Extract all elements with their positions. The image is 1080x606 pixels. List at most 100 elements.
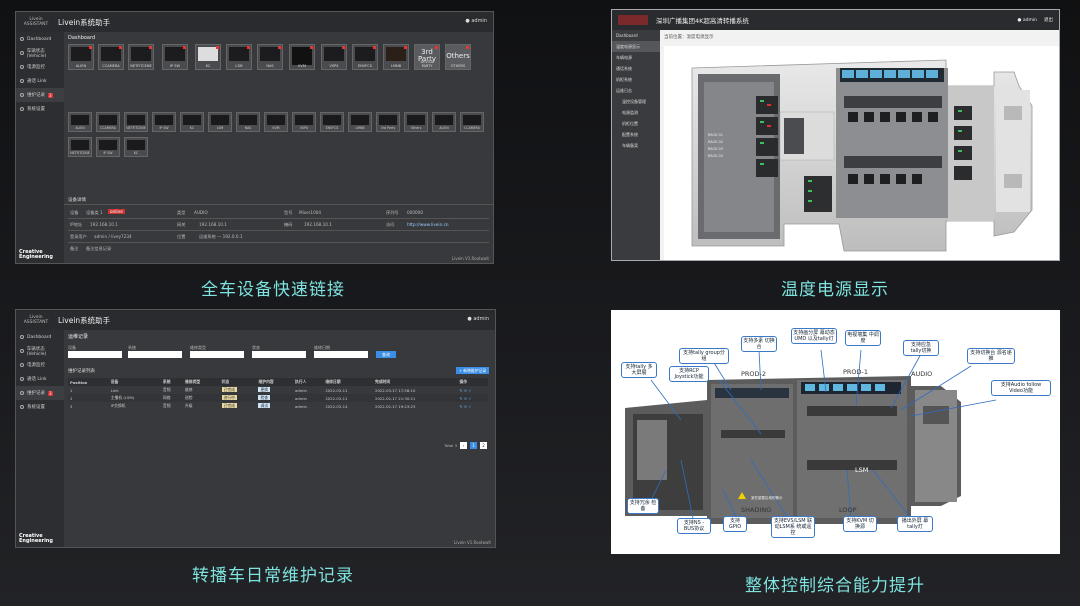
user-menu[interactable]: ● admin (1018, 18, 1037, 23)
device-tile[interactable]: ALIEN (68, 44, 94, 70)
callout: 支持冗余 检备 (627, 498, 659, 514)
third-party-tile[interactable]: 3rd Party DEVICE PARTY (414, 44, 440, 70)
link-icon (20, 79, 24, 83)
sidebar-item-link[interactable]: 通话 Link (16, 372, 64, 386)
filter-system-select[interactable] (128, 351, 182, 358)
sidebar-item-settings[interactable]: 系统设置 (16, 400, 64, 414)
sidebar-item-active[interactable]: 温度电源显示 (612, 41, 660, 52)
device-sub-tile[interactable]: KVM (264, 112, 288, 132)
device-sub-tile[interactable]: ALIEN (68, 112, 92, 132)
vehicle-icon (20, 51, 24, 55)
location: 运维系统 — 192.0.0.1 (199, 234, 243, 239)
device-tile[interactable]: LMNB (383, 44, 409, 70)
app-header: 深圳广播集团4K超高清转播系统 ● admin 退出 (612, 10, 1059, 30)
table-row[interactable]: 3 IP交换机 音频 升级 已完成 调试 admin 2022-03-14 2022-02-17… (68, 402, 488, 410)
device-sub-tile[interactable]: IP SW (96, 137, 120, 157)
table-row[interactable]: 2 主播机 (LSM) 网络 巡检 进行中 检查 admin 2022-03-11 2022-0… (68, 394, 488, 402)
maintenance-badge: 3 (48, 390, 53, 396)
page-button[interactable]: 2 (480, 442, 487, 449)
device-tile[interactable]: VSPX (321, 44, 347, 70)
app-title: 深圳广播集团4K超高清转播系统 (656, 17, 749, 25)
sidebar-item[interactable]: 机柜系统 (612, 74, 660, 85)
sidebar-subitem[interactable]: 温控设备管理 (612, 96, 660, 107)
device-sub-tile[interactable]: NETFITCENE (68, 137, 92, 157)
device-sub-tile[interactable]: KC (124, 137, 148, 157)
search-button[interactable]: 查询 (376, 351, 396, 358)
detail-label: 型号 (284, 210, 293, 215)
device-sub-label: KC (133, 151, 139, 155)
detail-label: 设备 (70, 210, 79, 215)
device-sub-label: KC (189, 126, 195, 130)
device-tile[interactable]: NAS (257, 44, 283, 70)
footer-version: Livein V1.Rootwalt (453, 540, 491, 545)
device-sub-tile[interactable]: CCAMERA (96, 112, 120, 132)
sidebar-subitem[interactable]: 机柜位置 (612, 118, 660, 129)
sidebar-item-dashboard[interactable]: Dashboard (16, 330, 64, 344)
sidebar-item[interactable]: 车辆电源 (612, 52, 660, 63)
device-sub-label: CCAMERA (464, 126, 480, 130)
rack-labels: RACK 01 RACK 02 RACK 03 RACK 04 (708, 133, 723, 158)
device-tile[interactable]: NETFITCENE (128, 44, 154, 70)
sidebar-subitem[interactable]: 配置系统 (612, 129, 660, 140)
sidebar-subitem[interactable]: 车辆备案 (612, 140, 660, 151)
user-menu[interactable]: ● admin (465, 18, 487, 24)
device-sub-tile[interactable]: 3rd Party (376, 112, 400, 132)
sidebar-item-dashboard[interactable]: Dashboard (16, 32, 64, 46)
others-tile[interactable]: Others OTHERS (445, 44, 471, 70)
device-sub-tile[interactable]: CCAMERA (460, 112, 484, 132)
access-link[interactable]: http://www.livein.cn (407, 222, 449, 227)
device-tile[interactable]: KC (195, 44, 221, 70)
sidebar-item[interactable]: 通话系统 (612, 63, 660, 74)
device-sub-label: NETFITCENE (126, 126, 146, 130)
device-tile[interactable]: CCAMERA (98, 44, 124, 70)
device-tile[interactable]: KVM (289, 44, 315, 70)
device-sub-tile[interactable]: ALIEN (432, 112, 456, 132)
device-sub-tile[interactable]: LSM (208, 112, 232, 132)
footer-version: Livein V1.Rootwalt (451, 256, 489, 261)
add-record-button[interactable]: + 新增维护记录 (455, 367, 489, 374)
device-tile[interactable]: LSM (226, 44, 252, 70)
device-sub-tile[interactable]: KC (180, 112, 204, 132)
device-sub-tile[interactable]: ENVFCS (320, 112, 344, 132)
device-sub-tile[interactable]: LMNB (348, 112, 372, 132)
page-prev-button[interactable]: ‹ (460, 442, 467, 449)
sidebar-item-maintenance[interactable]: 维护记录 3 (16, 386, 64, 400)
sidebar-item-vehicle[interactable]: 车辆状态 (Vehicle) (16, 46, 64, 60)
page-button[interactable]: 1 (470, 442, 477, 449)
user-menu[interactable]: ● admin (467, 316, 489, 322)
table-row[interactable]: 1 Link 音频 维修 已完成 更换 admin 2022-03-11 2022-03-17 … (68, 386, 488, 394)
filter-type-select[interactable] (190, 351, 244, 358)
device-sub-tile[interactable]: Others (404, 112, 428, 132)
sidebar-subitem[interactable]: 电源监测 (612, 107, 660, 118)
sidebar-item-maintenance[interactable]: 维护记录 3 (16, 88, 64, 102)
sidebar-item[interactable]: 运维日志 (612, 85, 660, 96)
device-sub-tile[interactable]: NAS (236, 112, 260, 132)
sidebar-item-power[interactable]: 电源监控 (16, 358, 64, 372)
filter-device-input[interactable] (68, 351, 122, 358)
callout: 支持tally group分组 (679, 348, 729, 364)
device-sub-tile[interactable]: NETFITCENE (124, 112, 148, 132)
device-tile[interactable]: IP SW (162, 44, 188, 70)
detail-label: 网关 (177, 222, 186, 227)
sidebar-item-power[interactable]: 电源监控 (16, 60, 64, 74)
device-tile[interactable]: ENVFCS (352, 44, 378, 70)
sidebar-item-vehicle[interactable]: 车辆状态 (Vehicle) (16, 344, 64, 358)
device-sub-label: NETFITCENE (70, 151, 90, 155)
gateway: 192.168.10.1 (199, 222, 227, 227)
sidebar-item-settings[interactable]: 系统设置 (16, 102, 64, 116)
exit-button[interactable]: 退出 (1044, 17, 1053, 23)
device-sub-label: ENVFCS (325, 126, 339, 130)
app-title: Livein系统助手 (58, 315, 111, 325)
wrench-icon (20, 391, 24, 395)
device-sub-tile[interactable]: VSPX (292, 112, 316, 132)
filter-status-select[interactable] (252, 351, 306, 358)
detail-value: 000000 (407, 210, 423, 215)
maintenance-main: 运维记录 设备 系统 维修类型 状态 维修日期 查询 维护记录列表 + 新增维护… (64, 330, 495, 547)
caption-maintenance-records: 转播车日常维护记录 (192, 566, 354, 586)
warning-note: 某些重要区域的警示 (751, 496, 783, 500)
sidebar-item[interactable]: Dashboard (612, 30, 660, 41)
device-sub-tile[interactable]: IP SW (152, 112, 176, 132)
area-prod1: PROD-1 (843, 368, 869, 376)
sidebar-item-link[interactable]: 通话 Link (16, 74, 64, 88)
filter-date-input[interactable] (314, 351, 368, 358)
